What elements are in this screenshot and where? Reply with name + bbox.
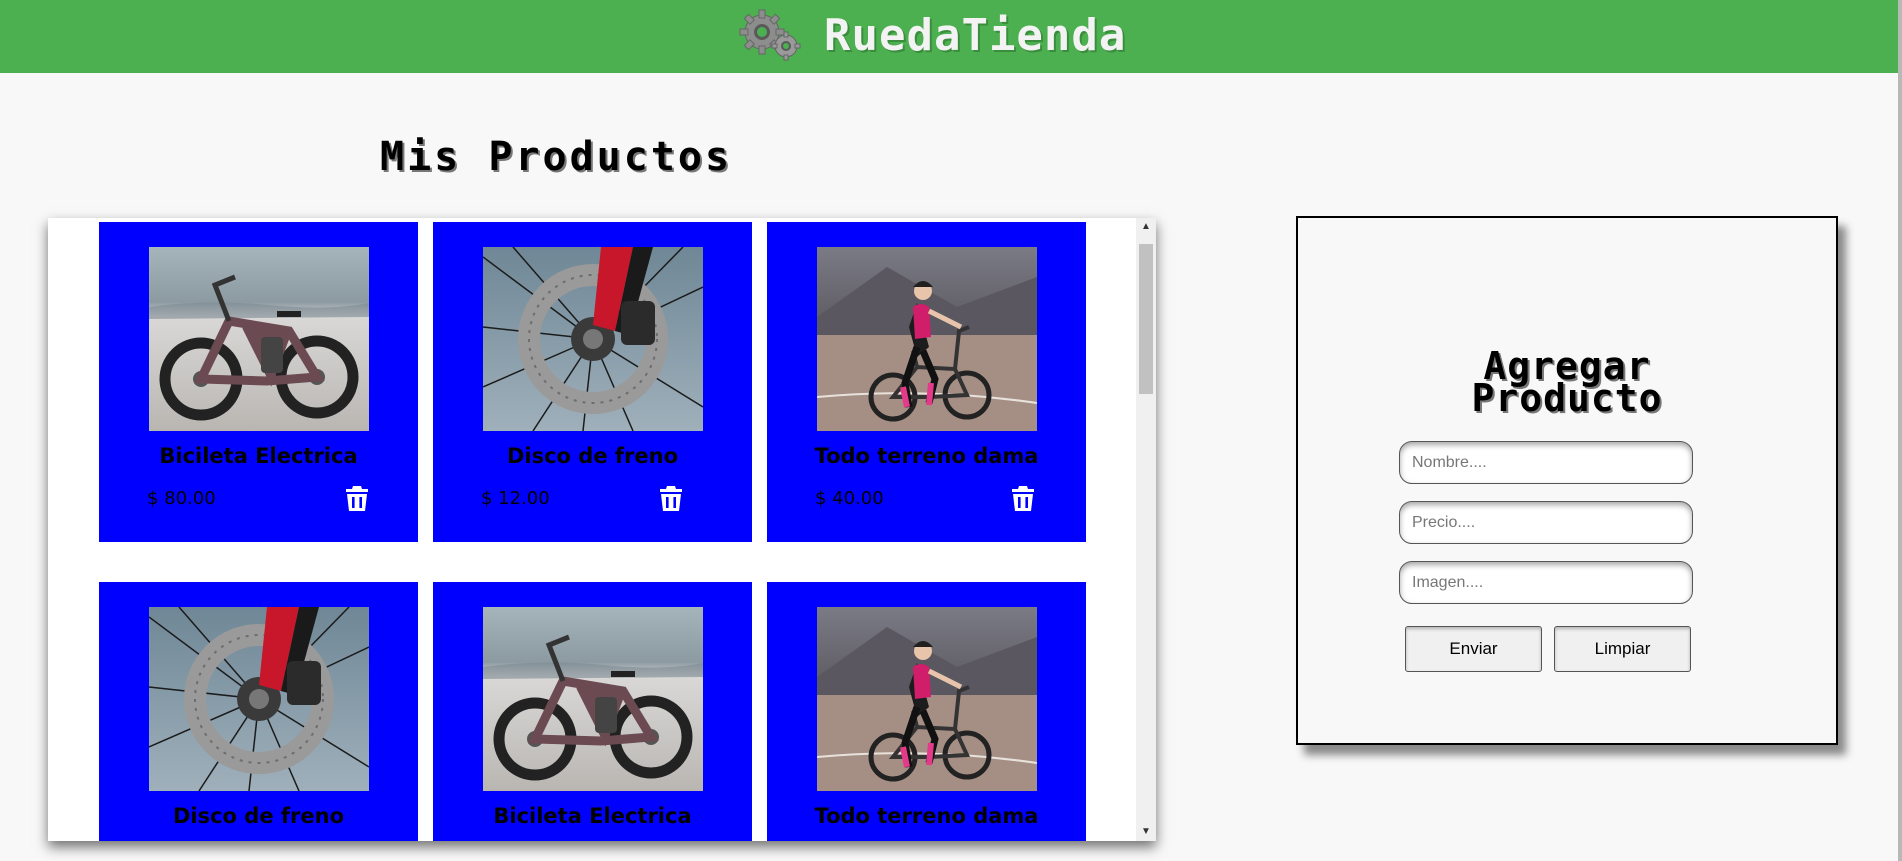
clear-button[interactable]: Limpiar <box>1554 626 1691 672</box>
add-product-form: Agregar Producto Enviar Limpiar <box>1296 216 1838 745</box>
trash-icon[interactable] <box>1010 484 1036 512</box>
trash-icon[interactable] <box>344 484 370 512</box>
product-card: Todo terreno dama $ 40.00 <box>767 222 1086 542</box>
name-input[interactable] <box>1399 441 1693 484</box>
product-image <box>817 607 1037 791</box>
product-image <box>483 607 703 791</box>
product-name: Disco de freno <box>506 444 678 468</box>
product-card: Disco de freno $ 12.00 <box>433 222 752 542</box>
product-image <box>817 247 1037 431</box>
product-price: $ 12.00 <box>481 488 550 509</box>
scroll-up-arrow-icon[interactable]: ▲ <box>1136 218 1156 236</box>
product-card: Bicileta Electrica $ 80.00 <box>99 222 418 542</box>
product-list-panel: Bicileta Electrica $ 80.00 Disco de fren… <box>48 218 1156 841</box>
submit-button[interactable]: Enviar <box>1405 626 1542 672</box>
product-name: Todo terreno dama <box>814 444 1039 468</box>
top-header: RuedaTienda <box>0 0 1898 73</box>
product-price: $ 40.00 <box>815 488 884 509</box>
product-image <box>483 247 703 431</box>
brand-title: RuedaTienda <box>824 10 1127 61</box>
panel-scrollbar[interactable]: ▲ ▼ <box>1136 218 1156 841</box>
price-input[interactable] <box>1399 501 1693 544</box>
image-input[interactable] <box>1399 561 1693 604</box>
scroll-down-arrow-icon[interactable]: ▼ <box>1136 823 1156 841</box>
scroll-thumb[interactable] <box>1139 244 1153 394</box>
product-card: Disco de freno <box>99 582 418 841</box>
window-scrollbar-edge[interactable] <box>1898 0 1902 861</box>
product-name: Bicileta Electrica <box>159 444 358 468</box>
page-title: Mis Productos <box>380 134 733 180</box>
product-card: Bicileta Electrica <box>433 582 752 841</box>
product-name: Bicileta Electrica <box>493 804 692 828</box>
form-title: Agregar Producto <box>1298 347 1836 417</box>
form-title-line2: Producto <box>1471 376 1663 420</box>
product-name: Todo terreno dama <box>814 804 1039 828</box>
product-price: $ 80.00 <box>147 488 216 509</box>
product-image <box>149 607 369 791</box>
gears-icon <box>739 9 801 61</box>
product-name: Disco de freno <box>172 804 344 828</box>
product-card: Todo terreno dama <box>767 582 1086 841</box>
product-image <box>149 247 369 431</box>
trash-icon[interactable] <box>658 484 684 512</box>
